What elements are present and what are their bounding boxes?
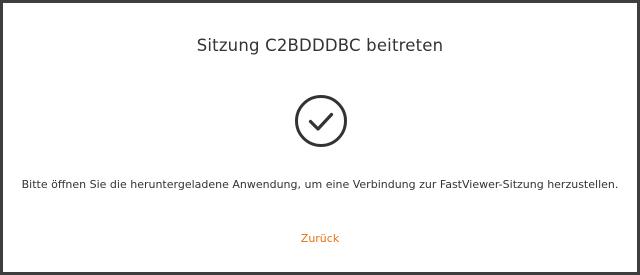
back-link[interactable]: Zurück bbox=[301, 232, 339, 245]
back-link-container: Zurück bbox=[3, 232, 637, 245]
instruction-message: Bitte öffnen Sie die heruntergeladene An… bbox=[21, 178, 619, 191]
check-circle-icon bbox=[294, 94, 348, 148]
dialog-title: Sitzung C2BDDDBC beitreten bbox=[196, 36, 444, 55]
join-session-dialog: Sitzung C2BDDDBC beitreten Bitte öffnen … bbox=[0, 0, 640, 275]
